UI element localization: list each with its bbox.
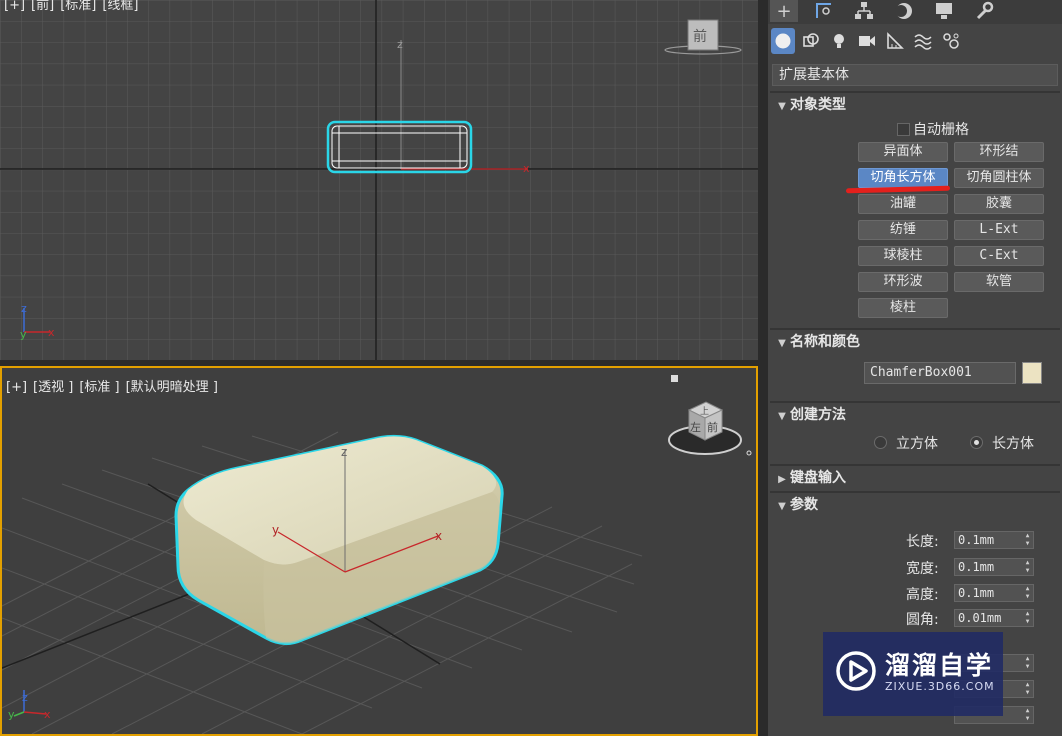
hierarchy-icon[interactable] — [850, 0, 878, 22]
persp-axis-y: y — [272, 523, 279, 537]
lights-icon[interactable] — [827, 28, 851, 54]
param-height-label: 高度: — [906, 587, 939, 603]
front-grid: z x z y x 前 — [0, 0, 758, 360]
modify-icon[interactable] — [810, 0, 838, 22]
category-dropdown[interactable]: 扩展基本体 — [772, 64, 1058, 86]
btn-capsule[interactable]: 胶囊 — [954, 194, 1044, 214]
svg-text:y: y — [20, 328, 27, 341]
play-logo-icon — [836, 651, 876, 691]
btn-hose[interactable]: 软管 — [954, 272, 1044, 292]
param-fillet-spinner[interactable]: 0.01mm ▲ ▼ — [954, 609, 1034, 627]
front-axis-x: x — [523, 162, 530, 175]
rollout-parameters[interactable]: ▼ 参数 — [770, 494, 1060, 516]
rollout-keyboard-entry[interactable]: ▶ 键盘输入 — [770, 467, 1060, 489]
radio-box-label: 长方体 — [992, 436, 1034, 452]
param-height-spinner[interactable]: 0.1mm ▲ ▼ — [954, 584, 1034, 602]
svg-text:x: x — [48, 326, 55, 339]
autogrid-checkbox[interactable] — [897, 123, 910, 136]
watermark: 溜溜自学 ZIXUE.3D66.COM — [823, 632, 1003, 716]
btn-spindle[interactable]: 纺锤 — [858, 220, 948, 240]
param-fillet-label: 圆角: — [906, 612, 939, 628]
spinner-arrows-icon: ▲ ▼ — [1025, 532, 1030, 547]
object-category-tabs — [768, 28, 1062, 56]
helpers-icon[interactable] — [883, 28, 907, 54]
object-color-swatch[interactable] — [1022, 362, 1042, 384]
param-width-spinner[interactable]: 0.1mm ▲ ▼ — [954, 558, 1034, 576]
radio-box[interactable] — [970, 436, 983, 449]
spinner-arrows-icon: ▲ ▼ — [1025, 559, 1030, 574]
object-name-field[interactable]: ChamferBox001 — [864, 362, 1016, 384]
viewcube-face-left: 左 — [690, 421, 701, 434]
command-panel: + 扩展基本体 ▼ 对象类型 自动栅格 异面体 环形结 切角长方体 切角圆柱体 … — [768, 0, 1062, 736]
front-viewport[interactable]: z x z y x 前 [+] [前] [标准] [线框] — [0, 0, 758, 360]
perspective-scene: z y x z y x 上 左 前 — [2, 375, 752, 734]
autogrid-label: 自动栅格 — [913, 122, 969, 138]
geometry-icon[interactable] — [771, 28, 795, 54]
create-icon[interactable]: + — [770, 0, 798, 22]
persp-viewcube[interactable]: 上 左 前 — [668, 375, 752, 456]
svg-text:z: z — [22, 691, 28, 704]
panel-splitter[interactable] — [758, 0, 768, 736]
persp-axis-x: x — [435, 529, 442, 543]
btn-oil-tank[interactable]: 油罐 — [858, 194, 948, 214]
collapse-arrow-icon: ▼ — [778, 501, 786, 512]
utilities-icon[interactable] — [970, 0, 998, 22]
param-length-spinner[interactable]: 0.1mm ▲ ▼ — [954, 531, 1034, 549]
btn-torus-knot[interactable]: 环形结 — [954, 142, 1044, 162]
chamfer-box-perspective[interactable]: z y x — [174, 434, 504, 645]
front-axis-z: z — [397, 38, 403, 51]
btn-chamfer-box[interactable]: 切角长方体 — [858, 168, 948, 188]
persp-viewport-label[interactable]: [+] [透视 ] [标准 ] [默认明暗处理 ] — [6, 376, 224, 395]
perspective-viewport[interactable]: z y x z y x 上 左 前 [+] [透视 ] [标准 ] [默认明暗处理 ] — [0, 366, 758, 736]
collapse-arrow-icon: ▼ — [778, 101, 786, 112]
front-viewport-label[interactable]: [+] [前] [标准] [线框] — [4, 0, 145, 13]
btn-l-ext[interactable]: L-Ext — [954, 220, 1044, 240]
display-icon[interactable] — [930, 0, 958, 22]
btn-c-ext[interactable]: C-Ext — [954, 246, 1044, 266]
collapse-arrow-icon: ▼ — [778, 411, 786, 422]
spinner-arrows-icon: ▲ ▼ — [1025, 585, 1030, 600]
btn-ringwave[interactable]: 环形波 — [858, 272, 948, 292]
systems-icon[interactable] — [939, 28, 963, 54]
spinner-arrows-icon: ▲ ▼ — [1025, 610, 1030, 625]
home-icon — [671, 375, 678, 382]
rollout-creation-method[interactable]: ▼ 创建方法 — [770, 404, 1060, 426]
btn-hedra[interactable]: 异面体 — [858, 142, 948, 162]
radio-cube-label: 立方体 — [896, 436, 938, 452]
viewcube-face-top: 上 — [700, 406, 709, 417]
collapse-arrow-icon: ▼ — [778, 338, 786, 349]
btn-gengon[interactable]: 球棱柱 — [858, 246, 948, 266]
watermark-url: ZIXUE.3D66.COM — [885, 680, 995, 693]
viewcube-face-front: 前 — [707, 420, 718, 434]
motion-icon[interactable] — [890, 0, 918, 22]
param-length-label: 长度: — [906, 534, 939, 550]
command-panel-tabs: + — [768, 0, 1062, 24]
shapes-icon[interactable] — [799, 28, 823, 54]
watermark-title: 溜溜自学 — [885, 651, 994, 680]
rollout-name-color[interactable]: ▼ 名称和颜色 — [770, 331, 1060, 353]
rollout-object-type[interactable]: ▼ 对象类型 — [770, 94, 1060, 116]
btn-chamfer-cyl[interactable]: 切角圆柱体 — [954, 168, 1044, 188]
expand-arrow-icon: ▶ — [778, 474, 786, 485]
persp-axis-triad: z y x — [8, 690, 51, 721]
viewcube-face-front: 前 — [693, 28, 707, 45]
btn-prism[interactable]: 棱柱 — [858, 298, 948, 318]
cameras-icon[interactable] — [855, 28, 879, 54]
svg-text:x: x — [44, 708, 51, 721]
persp-axis-z: z — [341, 445, 347, 459]
svg-text:y: y — [8, 708, 15, 721]
spacewarps-icon[interactable] — [911, 28, 935, 54]
radio-cube[interactable] — [874, 436, 887, 449]
param-width-label: 宽度: — [906, 561, 939, 577]
svg-text:z: z — [21, 302, 27, 315]
